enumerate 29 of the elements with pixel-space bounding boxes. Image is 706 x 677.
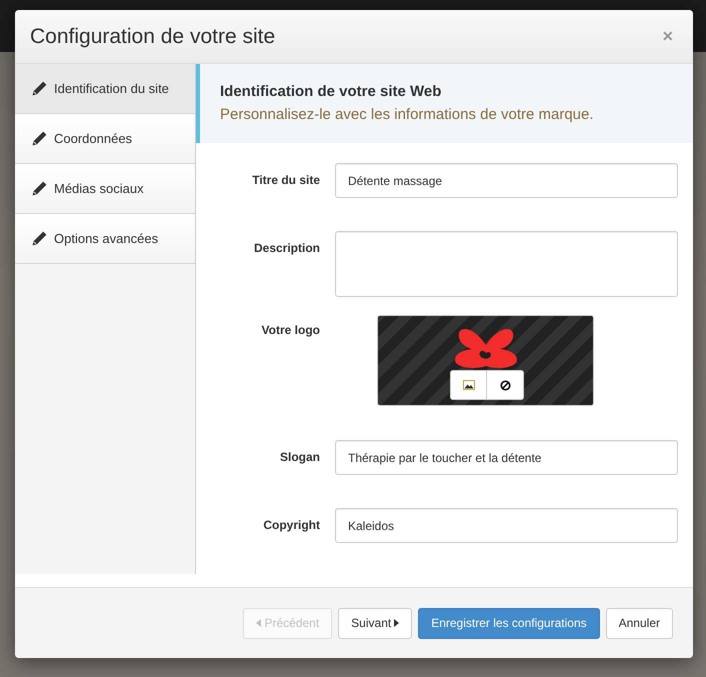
pencil-icon	[31, 130, 48, 147]
field-label: Copyright	[262, 517, 320, 532]
image-button[interactable]	[450, 370, 487, 400]
field-label: Slogan	[278, 449, 320, 464]
input-field[interactable]	[335, 231, 678, 297]
input-field[interactable]: Kaleidos	[335, 508, 678, 543]
field-label: Description	[252, 240, 320, 255]
image-icon	[462, 380, 474, 390]
input-field[interactable]: Détente massage	[335, 163, 678, 198]
sidebar-item[interactable]: Médias sociaux	[15, 164, 195, 214]
sidebar-item[interactable]: Coordonnées	[15, 114, 195, 164]
pencil-icon	[31, 180, 48, 197]
cancel-button[interactable]: Annuler	[606, 608, 673, 638]
sidebar-item[interactable]: Options avancées	[15, 214, 195, 264]
ban-icon	[500, 380, 510, 390]
input-field[interactable]: Thérapie par le toucher et la détente	[335, 440, 678, 475]
pencil-icon	[31, 80, 48, 97]
next-button[interactable]: Suivant	[338, 608, 412, 638]
caret-icon	[256, 619, 262, 627]
field-label: Titre du site	[251, 172, 320, 187]
caret-icon	[394, 619, 400, 627]
field-label: Votre logo	[260, 322, 320, 337]
panel-heading: Identification de votre site Web	[220, 83, 442, 100]
panel-subheading: Personnalisez-le avec les informations de votre marque.	[220, 106, 595, 123]
sidebar-item[interactable]: Identification du site	[15, 64, 195, 114]
pencil-icon	[31, 230, 48, 247]
dialog-title: Configuration de votre site	[30, 24, 276, 48]
remove-button[interactable]	[487, 370, 524, 400]
save-button[interactable]: Enregistrer les configurations	[418, 608, 600, 638]
